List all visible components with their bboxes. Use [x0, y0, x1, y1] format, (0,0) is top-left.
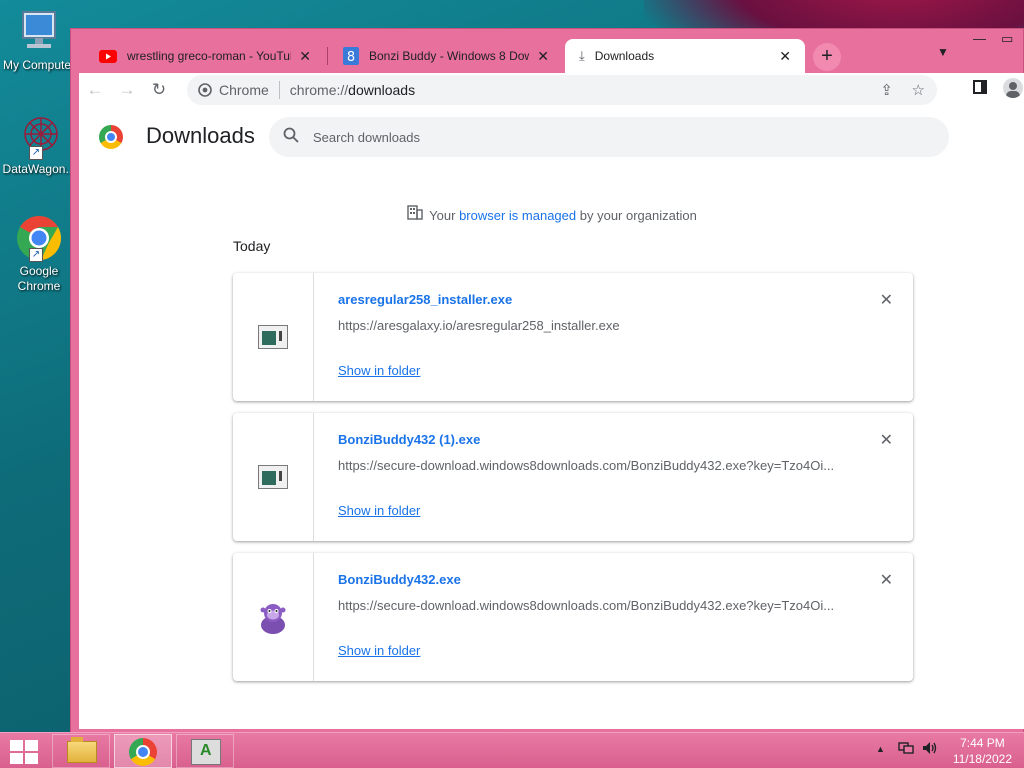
omnibox-separator [278, 81, 280, 99]
tab-bonzi-buddy[interactable]: 8 Bonzi Buddy - Windows 8 Downloads ✕ [329, 39, 563, 73]
tab-youtube[interactable]: wrestling greco-roman - YouTube ✕ [85, 39, 325, 73]
profile-avatar-icon[interactable] [1003, 78, 1023, 98]
youtube-icon [99, 49, 117, 63]
bonzi-buddy-icon [260, 604, 286, 634]
search-icon [283, 127, 299, 148]
desktop-icon-label: DataWagon... [2, 162, 76, 176]
star-icon[interactable]: ☆ [912, 81, 925, 99]
desktop-icon-my-computer[interactable]: My Computer [0, 8, 78, 73]
downloads-header: Downloads [79, 107, 1024, 177]
chrome-icon [129, 738, 157, 766]
address-bar[interactable]: Chrome chrome://downloads ⇪ ☆ [187, 75, 937, 105]
download-filename-link[interactable]: BonziBuddy432.exe [338, 572, 461, 587]
show-in-folder-link[interactable]: Show in folder [338, 503, 420, 518]
forward-arrow-icon[interactable]: → [111, 80, 143, 100]
search-box[interactable] [269, 117, 949, 157]
clock-time: 7:44 PM [960, 736, 1005, 750]
remove-download-close-icon[interactable]: ✕ [880, 290, 893, 310]
taskbar-datawagon[interactable] [176, 734, 234, 768]
datawagon-icon: ↗ [15, 112, 63, 160]
volume-icon[interactable] [922, 741, 938, 758]
url-path: downloads [348, 82, 416, 98]
chrome-page-icon [198, 83, 212, 97]
building-icon [407, 205, 423, 224]
exe-file-icon [258, 465, 288, 489]
system-clock[interactable]: 7:44 PM 11/18/2022 [953, 735, 1012, 767]
start-windows-icon[interactable] [10, 740, 38, 764]
network-icon[interactable] [898, 741, 914, 758]
page-title: Downloads [146, 123, 255, 148]
maximize-icon[interactable]: ▭ [1001, 31, 1013, 47]
shortcut-arrow-icon: ↗ [29, 146, 43, 160]
download-item: BonziBuddy432.exe https://secure-downloa… [233, 553, 913, 681]
desktop-icon-label: My Computer [2, 58, 76, 72]
file-icon-column [233, 273, 314, 401]
chrome-icon: ↗ [15, 214, 63, 262]
managed-suffix: by your organization [579, 208, 697, 223]
back-arrow-icon[interactable]: ← [79, 80, 111, 100]
taskbar: ▲ 7:44 PM 11/18/2022 [0, 732, 1024, 768]
file-icon-column [233, 553, 314, 681]
taskbar-google-chrome[interactable] [114, 734, 172, 768]
remove-download-close-icon[interactable]: ✕ [880, 430, 893, 450]
url-scheme: chrome:// [289, 82, 349, 98]
downloads-page: Downloads Your browser is managed by you… [79, 107, 1024, 729]
download-source-url: https://secure-download.windows8download… [338, 598, 835, 613]
shortcut-arrow-icon: ↗ [29, 248, 43, 262]
side-panel-icon[interactable] [973, 80, 987, 94]
browser-window: wrestling greco-roman - YouTube ✕ 8 Bonz… [70, 28, 1024, 734]
desktop-icon-label: Google Chrome [17, 264, 61, 293]
clock-date: 11/18/2022 [952, 752, 1012, 766]
tab-title: Downloads [594, 49, 655, 63]
desktop-icon-google-chrome[interactable]: ↗ Google Chrome [0, 214, 78, 294]
show-in-folder-link[interactable]: Show in folder [338, 643, 420, 658]
folder-icon [67, 737, 97, 763]
file-icon-column [233, 413, 314, 541]
desktop-icon-datawagon[interactable]: ↗ DataWagon... [0, 112, 78, 177]
tab-title: Bonzi Buddy - Windows 8 Downloads [369, 49, 530, 63]
reload-icon[interactable]: ↻ [143, 80, 175, 100]
remove-download-close-icon[interactable]: ✕ [880, 570, 893, 590]
download-source-url: https://secure-download.windows8download… [338, 458, 835, 473]
taskbar-file-explorer[interactable] [52, 734, 110, 768]
svg-text:8: 8 [347, 50, 355, 65]
section-date-header: Today [233, 238, 271, 254]
tab-strip: wrestling greco-roman - YouTube ✕ 8 Bonz… [71, 29, 1024, 73]
managed-notice: Your browser is managed by your organiza… [79, 205, 1024, 224]
tab-close-icon[interactable]: ✕ [299, 48, 311, 65]
download-item: aresregular258_installer.exe https://are… [233, 273, 913, 401]
chrome-logo-icon [99, 125, 123, 149]
tab-close-icon[interactable]: ✕ [779, 48, 791, 65]
tab-close-icon[interactable]: ✕ [537, 48, 549, 65]
tab-downloads[interactable]: ⤓ Downloads ✕ [565, 39, 805, 73]
share-icon[interactable]: ⇪ [880, 81, 893, 99]
download-filename-link[interactable]: BonziBuddy432 (1).exe [338, 432, 480, 447]
datawagon-icon [191, 739, 221, 765]
download-source-url: https://aresgalaxy.io/aresregular258_ins… [338, 318, 620, 333]
show-hidden-icons-chevron-icon[interactable]: ▲ [876, 744, 885, 754]
download-filename-link[interactable]: aresregular258_installer.exe [338, 292, 512, 307]
url-text: chrome://downloads [290, 82, 415, 98]
search-downloads-input[interactable] [313, 117, 913, 157]
new-tab-button[interactable]: + [813, 43, 841, 71]
tab-search-chevron-icon[interactable]: ▼ [937, 45, 949, 59]
omnibox-chip: Chrome [219, 82, 269, 98]
download-item: BonziBuddy432 (1).exe https://secure-dow… [233, 413, 913, 541]
windows8downloads-icon: 8 [343, 47, 359, 65]
show-in-folder-link[interactable]: Show in folder [338, 363, 420, 378]
minimize-icon[interactable]: — [973, 31, 986, 46]
tab-separator [327, 47, 328, 65]
tab-title: wrestling greco-roman - YouTube [127, 49, 292, 63]
browser-managed-link[interactable]: browser is managed [459, 208, 576, 223]
managed-prefix: Your [429, 208, 456, 223]
download-icon: ⤓ [579, 48, 585, 63]
computer-icon [15, 8, 63, 56]
browser-toolbar: ← → ↻ Chrome chrome://downloads ⇪ ☆ [79, 73, 1024, 107]
exe-file-icon [258, 325, 288, 349]
